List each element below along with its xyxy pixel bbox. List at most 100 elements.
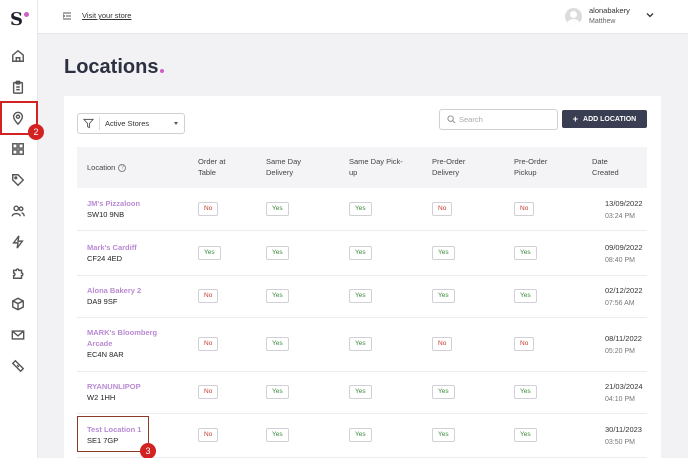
header-date-created: Date Created <box>592 156 619 178</box>
time-value: 03:24 PM <box>605 213 635 220</box>
step-badge-3: 3 <box>140 443 156 458</box>
home-icon[interactable] <box>9 47 27 65</box>
date-value: 30/11/2023 <box>605 425 642 434</box>
status-badge[interactable]: No <box>198 385 219 399</box>
puzzle-icon[interactable] <box>9 264 27 282</box>
status-badge[interactable]: Yes <box>432 246 455 260</box>
location-name-link[interactable]: JM's Pizzaloon <box>87 198 140 209</box>
header-same-day-delivery-line1: Same Day <box>266 157 302 166</box>
status-badge[interactable]: Yes <box>266 385 289 399</box>
title-dot <box>160 69 165 73</box>
sidebar: S <box>0 0 38 458</box>
status-badge[interactable]: Yes <box>432 289 455 303</box>
status-badge[interactable]: Yes <box>514 246 537 260</box>
clipboard-icon[interactable] <box>9 78 27 96</box>
add-location-label: ADD LOCATION <box>583 115 637 123</box>
status-badge[interactable]: No <box>198 289 219 303</box>
status-badge[interactable]: No <box>514 337 535 351</box>
user-name: alonabakery <box>589 6 630 15</box>
search-icon <box>447 115 456 124</box>
status-badge[interactable]: Yes <box>432 428 455 442</box>
time-value: 08:40 PM <box>605 257 635 264</box>
status-badge[interactable]: Yes <box>349 385 372 399</box>
brand-logo[interactable]: S <box>10 10 29 30</box>
status-badge[interactable]: No <box>432 337 453 351</box>
table-row[interactable]: MARK's Bloomberg Arcade EC4N 8AR No Yes Yes No… <box>77 318 647 372</box>
tag-icon[interactable] <box>9 171 27 189</box>
mail-icon[interactable] <box>9 326 27 344</box>
date-value: 13/09/2022 <box>605 199 643 208</box>
header-location[interactable]: Location? <box>87 162 127 173</box>
status-badge[interactable]: No <box>198 202 219 216</box>
users-icon[interactable] <box>9 202 27 220</box>
table-row[interactable]: RYANUNLIPOP W2 1HH No Yes Yes Yes Yes 21/03/202… <box>77 372 647 414</box>
box-icon[interactable] <box>9 295 27 313</box>
add-location-button[interactable]: + ADD LOCATION <box>562 110 647 128</box>
status-badge[interactable]: Yes <box>514 428 537 442</box>
store-filter-dropdown[interactable]: Active Stores <box>77 113 185 134</box>
header-same-day-delivery-line2: Delivery <box>266 168 294 177</box>
status-badge[interactable]: Yes <box>266 289 289 303</box>
status-badge[interactable]: Yes <box>349 202 372 216</box>
locations-card: Active Stores + ADD LOCATION Location? O… <box>64 96 661 458</box>
table-row[interactable]: Mark's Cardiff CF24 4ED Yes Yes Yes Yes Yes 09/… <box>77 231 647 276</box>
status-badge[interactable]: Yes <box>266 246 289 260</box>
lightning-icon[interactable] <box>9 233 27 251</box>
header-pre-order-delivery-line1: Pre-Order <box>432 157 466 166</box>
search-input[interactable] <box>459 113 554 126</box>
status-badge[interactable]: Yes <box>198 246 221 260</box>
status-badge[interactable]: Yes <box>266 202 289 216</box>
location-postcode: SW10 9NB <box>87 210 125 219</box>
location-name-link[interactable]: Mark's Cardiff <box>87 242 137 253</box>
user-avatar[interactable] <box>565 8 582 25</box>
plus-icon: + <box>572 114 579 124</box>
header-order-at-table-line2: Table <box>198 168 216 177</box>
status-badge[interactable]: No <box>198 337 219 351</box>
status-badge[interactable]: Yes <box>349 337 372 351</box>
status-badge[interactable]: No <box>432 202 453 216</box>
header-pre-order-delivery: Pre-Order Delivery <box>432 156 465 178</box>
header-location-label: Location <box>87 163 116 172</box>
date-created: 21/03/2024 04:10 PM <box>605 380 643 406</box>
collapse-menu-icon[interactable] <box>63 12 71 20</box>
chevron-down-icon[interactable] <box>646 12 654 18</box>
header-pre-order-pickup-line1: Pre-Order <box>514 157 548 166</box>
search-box[interactable] <box>439 109 558 130</box>
info-icon[interactable]: ? <box>118 164 127 173</box>
table-header: Location? Order at Table Same Day Delivery… <box>77 147 647 188</box>
status-badge[interactable]: Yes <box>432 385 455 399</box>
status-badge[interactable]: No <box>514 202 535 216</box>
header-same-day-pickup-line1: Same Day Pick- <box>349 157 403 166</box>
location-postcode: EC4N 8AR <box>87 350 124 359</box>
visit-store-link[interactable]: Visit your store <box>82 11 131 20</box>
caret-down-icon <box>174 122 178 125</box>
location-name-link[interactable]: RYANUNLIPOP <box>87 381 141 392</box>
status-badge[interactable]: Yes <box>349 246 372 260</box>
status-badge[interactable]: Yes <box>349 428 372 442</box>
table-row[interactable]: Test Location 1 SE1 7GP No Yes Yes Yes Yes 30/1… <box>77 414 647 458</box>
table-row[interactable]: JM's Pizzaloon SW10 9NB No Yes Yes No No 13/09/… <box>77 188 647 231</box>
date-created: 08/11/2022 05:20 PM <box>605 332 642 358</box>
date-created: 13/09/2022 03:24 PM <box>605 197 643 223</box>
filter-funnel-icon <box>83 118 94 129</box>
grid-icon[interactable] <box>9 140 27 158</box>
table-row[interactable]: Alona Bakery 2 DA9 9SF No Yes Yes Yes Yes 02/12… <box>77 276 647 318</box>
header-same-day-pickup: Same Day Pick-up <box>349 156 403 178</box>
ticket-icon[interactable] <box>9 357 27 375</box>
status-badge[interactable]: Yes <box>514 289 537 303</box>
status-badge[interactable]: Yes <box>349 289 372 303</box>
status-badge[interactable]: Yes <box>514 385 537 399</box>
location-postcode: W2 1HH <box>87 393 116 402</box>
header-pre-order-pickup-line2: Pickup <box>514 168 537 177</box>
location-name-link[interactable]: Alona Bakery 2 <box>87 285 141 296</box>
date-value: 02/12/2022 <box>605 286 643 295</box>
date-created: 02/12/2022 07:56 AM <box>605 284 643 310</box>
header-pre-order-pickup: Pre-Order Pickup <box>514 156 547 178</box>
location-name-link[interactable]: Arcade <box>87 338 112 349</box>
status-badge[interactable]: No <box>198 428 219 442</box>
status-badge[interactable]: Yes <box>266 428 289 442</box>
header-date-created-line1: Date <box>592 157 608 166</box>
header-order-at-table: Order at Table <box>198 156 226 178</box>
location-name-link[interactable]: MARK's Bloomberg <box>87 327 157 338</box>
status-badge[interactable]: Yes <box>266 337 289 351</box>
